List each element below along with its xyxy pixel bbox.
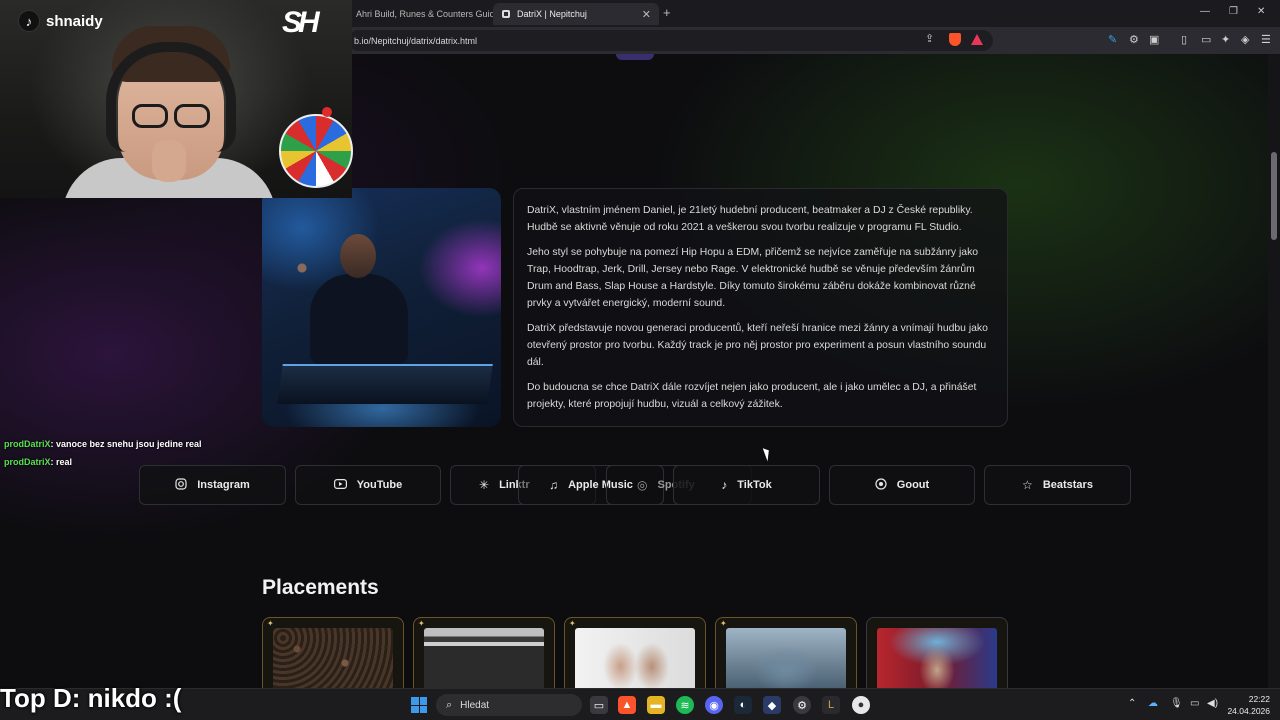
minimize-icon[interactable]: — xyxy=(1200,6,1210,17)
about-paragraph: DatriX, vlastním jménem Daniel, je 21let… xyxy=(527,205,973,233)
artist-photo xyxy=(262,188,501,427)
clock-time: 22:22 xyxy=(1248,694,1270,704)
tiktok-icon: ♪ xyxy=(721,478,728,492)
file-explorer-icon[interactable]: ▬ xyxy=(647,696,665,714)
brave-browser-icon[interactable]: ▲ xyxy=(618,696,636,714)
chat-message: prodDatriX: vanoce bez snehu jsou jedine… xyxy=(4,439,202,449)
new-tab-button[interactable]: + xyxy=(663,5,671,20)
settings-app-icon[interactable]: ⚙ xyxy=(793,696,811,714)
task-view-icon[interactable]: ▭ xyxy=(590,696,608,714)
taskbar-search[interactable]: ⌕ Hledat xyxy=(436,694,582,716)
sparkle-icon: ✦ xyxy=(267,619,274,628)
wallet-icon[interactable]: ▭ xyxy=(1201,33,1211,46)
clock-date: 24.04.2026 xyxy=(1227,706,1270,716)
instagram-icon xyxy=(175,477,187,493)
tab-title: DatriX | Nepitchuj xyxy=(517,9,587,19)
about-text-card: DatriX, vlastním jménem Daniel, je 21let… xyxy=(513,188,1008,427)
chat-text: : vanoce bez snehu jsou jedine real xyxy=(50,439,202,449)
placement-card[interactable]: ✦ xyxy=(715,617,857,688)
placements-heading: Placements xyxy=(262,576,379,599)
extensions-icon[interactable]: ⚙ xyxy=(1129,33,1139,46)
sidebar-icon[interactable]: ▯ xyxy=(1181,33,1187,46)
translate-extension-icon[interactable]: ✎ xyxy=(1108,33,1117,46)
menu-icon[interactable]: ☰ xyxy=(1261,33,1271,46)
tiktok-link-button[interactable]: ♪ TikTok xyxy=(673,465,820,505)
star-icon: ☆ xyxy=(1022,478,1033,492)
wheel-pointer-icon xyxy=(322,107,332,117)
brave-rewards-icon[interactable] xyxy=(971,34,983,45)
beatstars-link-button[interactable]: ☆ Beatstars xyxy=(984,465,1131,505)
music-note-icon: ♫ xyxy=(549,478,559,492)
url-text: b.io/Nepitchuj/datrix/datrix.html xyxy=(354,35,478,46)
chat-text: : real xyxy=(50,457,73,467)
leo-ai-icon[interactable]: ✦ xyxy=(1221,33,1230,46)
tiktok-handle: ♪ shnaidy xyxy=(18,10,103,32)
restore-icon[interactable]: ❐ xyxy=(1229,6,1238,17)
windows-taskbar: ⌕ Hledat ▭ ▲ ▬ ≋ ◉ ◐ ◆ ⚙ L ● ⌃ ☁ 🎙 ▭ ◀) … xyxy=(0,688,1280,720)
scrollbar-thumb[interactable] xyxy=(1271,152,1277,240)
windows-start-icon[interactable] xyxy=(411,697,427,713)
chat-username: prodDatriX xyxy=(4,457,51,467)
about-paragraph: Jeho styl se pohybuje na pomezí Hip Hopu… xyxy=(527,247,979,309)
tab-ahri-guide[interactable]: Ahri Build, Runes & Counters Guide | xyxy=(348,3,504,25)
sparkle-icon: ✦ xyxy=(418,619,425,628)
close-tab-icon[interactable]: ✕ xyxy=(642,8,651,21)
prize-wheel xyxy=(279,114,353,188)
top-donor-overlay: Top D: nikdo :( xyxy=(0,683,182,713)
placement-card[interactable]: ✦ xyxy=(564,617,706,688)
about-paragraph: Do budoucna se chce DatriX dále rozvíjet… xyxy=(527,382,977,410)
app-icon[interactable]: ● xyxy=(852,696,870,714)
spotify-icon: ◎ xyxy=(637,478,648,492)
close-window-icon[interactable]: ✕ xyxy=(1257,6,1265,17)
linktree-icon: ✳ xyxy=(479,478,490,492)
address-bar[interactable]: b.io/Nepitchuj/datrix/datrix.html xyxy=(348,30,993,51)
onedrive-icon[interactable]: ☁ xyxy=(1148,698,1158,709)
sparkle-icon: ✦ xyxy=(569,619,576,628)
datrix-favicon-icon xyxy=(501,9,511,19)
volume-icon[interactable]: ◀) xyxy=(1207,698,1218,709)
league-client-icon[interactable]: L xyxy=(822,696,840,714)
youtube-icon xyxy=(333,478,347,492)
tab-datrix[interactable]: DatriX | Nepitchuj ✕ xyxy=(493,3,659,25)
page-scrollbar[interactable] xyxy=(1268,54,1280,688)
vpn-icon[interactable]: ◈ xyxy=(1241,33,1249,46)
chat-message: prodDatriX: real xyxy=(4,457,72,467)
microphone-icon[interactable]: 🎙 xyxy=(1170,698,1183,709)
about-paragraph: DatriX představuje novou generaci produc… xyxy=(527,323,988,368)
tiktok-label: TikTok xyxy=(737,479,772,491)
search-placeholder: Hledat xyxy=(460,699,490,711)
obs-app-icon[interactable]: ◆ xyxy=(763,696,781,714)
taskbar-clock[interactable]: 22:22 24.04.2026 xyxy=(1226,693,1270,717)
youtube-label: YouTube xyxy=(356,479,403,491)
sh-logo: SH xyxy=(282,6,320,39)
youtube-link-button[interactable]: YouTube xyxy=(295,465,441,505)
placement-card[interactable] xyxy=(866,617,1008,688)
tray-chevron-icon[interactable]: ⌃ xyxy=(1128,698,1136,709)
instagram-link-button[interactable]: Instagram xyxy=(139,465,286,505)
placement-card[interactable]: ✦ xyxy=(262,617,404,688)
media-icon[interactable]: ▣ xyxy=(1149,33,1159,46)
goout-icon xyxy=(875,477,887,493)
tab-title: Ahri Build, Runes & Counters Guide | xyxy=(356,9,505,19)
instagram-label: Instagram xyxy=(197,479,250,491)
goout-link-button[interactable]: Goout xyxy=(829,465,975,505)
beatstars-label: Beatstars xyxy=(1042,479,1093,491)
sparkle-icon: ✦ xyxy=(720,619,727,628)
spotify-app-icon[interactable]: ≋ xyxy=(676,696,694,714)
steam-app-icon[interactable]: ◐ xyxy=(734,696,752,714)
search-icon: ⌕ xyxy=(446,698,453,711)
tiktok-logo-icon: ♪ xyxy=(18,10,40,32)
brave-shields-icon[interactable] xyxy=(949,33,961,46)
placement-card[interactable]: ✦ xyxy=(413,617,555,688)
share-icon[interactable]: ⇪ xyxy=(925,32,934,45)
goout-label: Goout xyxy=(896,479,930,491)
discord-app-icon[interactable]: ◉ xyxy=(705,696,723,714)
network-icon[interactable]: ▭ xyxy=(1190,698,1199,709)
tiktok-username: shnaidy xyxy=(46,12,103,30)
chat-username: prodDatriX xyxy=(4,439,51,449)
nav-pill[interactable] xyxy=(616,54,654,60)
